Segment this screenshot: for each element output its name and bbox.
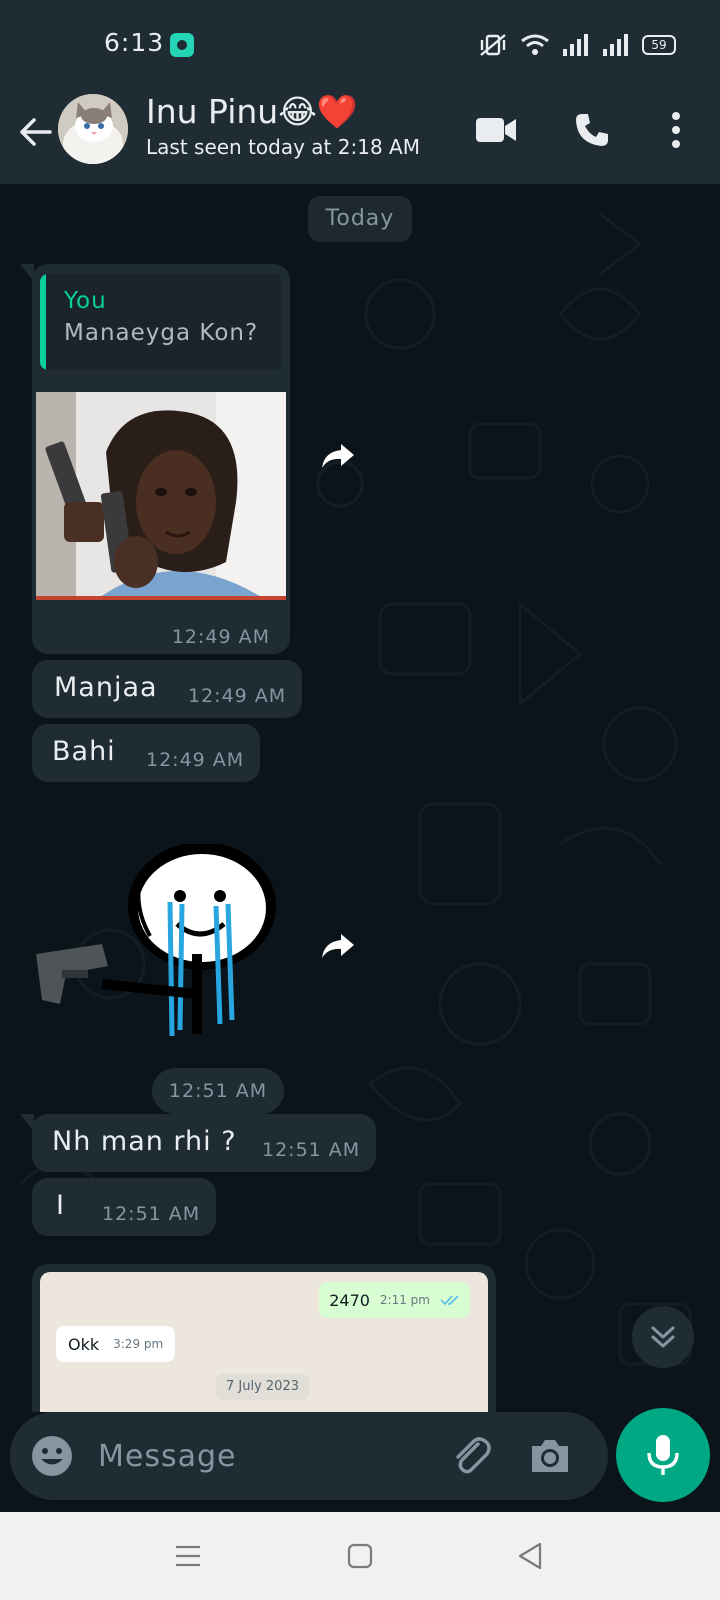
voice-call-button[interactable] bbox=[568, 106, 616, 154]
back-icon bbox=[518, 1542, 542, 1570]
bubble-tail bbox=[20, 264, 34, 282]
system-navigation-bar bbox=[0, 1512, 720, 1600]
message-text: Nh man rhi ? bbox=[52, 1126, 237, 1157]
bubble-tail bbox=[20, 1114, 34, 1132]
cat-avatar-image bbox=[58, 94, 128, 164]
screenshot-outgoing-text: 2470 bbox=[329, 1290, 370, 1310]
more-options-button[interactable] bbox=[652, 106, 700, 154]
quote-author: You bbox=[64, 288, 107, 314]
message-time: 12:49 AM bbox=[188, 685, 287, 707]
message-time: 12:51 AM bbox=[102, 1203, 201, 1225]
signal-icon bbox=[563, 34, 588, 56]
forward-button[interactable] bbox=[316, 434, 360, 478]
forward-icon bbox=[322, 444, 354, 468]
quote-text: Manaeyga Kon? bbox=[64, 320, 259, 346]
quoted-message[interactable]: You Manaeyga Kon? bbox=[40, 274, 282, 370]
recent-apps-icon bbox=[176, 1545, 200, 1567]
screenshot-incoming-text: Okk bbox=[68, 1334, 100, 1354]
contact-name[interactable]: Inu Pinu😂❤️ bbox=[146, 92, 358, 132]
emoji-button[interactable] bbox=[30, 1434, 74, 1478]
screenshot-outgoing-time: 2:11 pm bbox=[379, 1293, 430, 1307]
attach-icon bbox=[456, 1437, 491, 1474]
screenshot-image-message[interactable]: 2470 2:11 pm Okk 3:29 pm 7 July 2023 bbox=[32, 1264, 496, 1412]
message-input[interactable] bbox=[98, 1432, 418, 1480]
text-message[interactable]: Manjaa 12:49 AM bbox=[32, 660, 302, 718]
message-time: 12:49 AM bbox=[146, 749, 245, 771]
screenshot-incoming-time: 3:29 pm bbox=[113, 1337, 164, 1351]
nav-back-button[interactable] bbox=[506, 1532, 554, 1580]
scroll-to-bottom-button[interactable] bbox=[632, 1306, 694, 1368]
status-bar: 6:13 59 bbox=[0, 0, 720, 88]
forward-button[interactable] bbox=[316, 924, 360, 968]
home-button[interactable] bbox=[336, 1532, 384, 1580]
wifi-icon bbox=[521, 34, 549, 55]
app-notification-icon bbox=[170, 33, 194, 57]
image-reply-message[interactable]: You Manaeyga Kon? 12:49 AM bbox=[20, 264, 290, 654]
message-text: I bbox=[56, 1190, 65, 1221]
message-time: 12:49 AM bbox=[171, 626, 270, 648]
video-call-icon bbox=[476, 118, 516, 142]
sticker-time: 12:51 AM bbox=[152, 1068, 284, 1114]
chat-header: Inu Pinu😂❤️ Last seen today at 2:18 AM bbox=[0, 88, 720, 184]
text-message[interactable]: I 12:51 AM bbox=[32, 1178, 216, 1236]
more-options-icon bbox=[672, 112, 680, 148]
text-message[interactable]: Bahi 12:49 AM bbox=[32, 724, 260, 782]
video-call-button[interactable] bbox=[472, 106, 520, 154]
mic-icon bbox=[647, 1435, 679, 1475]
camera-button[interactable] bbox=[526, 1432, 574, 1480]
status-icons: 59 bbox=[478, 30, 676, 60]
message-time: 12:51 AM bbox=[262, 1139, 361, 1161]
text-message[interactable]: Nh man rhi ? 12:51 AM bbox=[20, 1114, 376, 1172]
battery-icon: 59 bbox=[642, 35, 676, 55]
forward-icon bbox=[322, 934, 354, 958]
message-text: Manjaa bbox=[54, 672, 158, 703]
voice-call-icon bbox=[576, 114, 608, 146]
sticker-message[interactable] bbox=[32, 842, 292, 1044]
last-seen-status: Last seen today at 2:18 AM bbox=[146, 135, 420, 159]
double-check-icon bbox=[440, 1295, 459, 1306]
back-arrow-icon bbox=[20, 118, 52, 146]
date-chip: Today bbox=[308, 196, 412, 242]
message-input-bar bbox=[10, 1412, 608, 1500]
message-text: Bahi bbox=[52, 736, 116, 767]
photo-attachment[interactable] bbox=[36, 392, 286, 600]
recent-apps-button[interactable] bbox=[164, 1532, 212, 1580]
emoji-icon bbox=[32, 1436, 72, 1476]
screenshot-outgoing-bubble: 2470 2:11 pm bbox=[319, 1282, 470, 1318]
crying-gun-sticker bbox=[36, 842, 276, 1037]
status-time: 6:13 bbox=[104, 28, 165, 57]
chat-area[interactable]: Today You Manaeyga Kon? 12:49 AM Manjaa … bbox=[0, 184, 720, 1412]
quote-accent-bar bbox=[40, 274, 46, 370]
avatar[interactable] bbox=[58, 94, 128, 164]
voice-message-button[interactable] bbox=[616, 1408, 710, 1502]
signal-icon bbox=[603, 34, 628, 56]
screenshot-incoming-bubble: Okk 3:29 pm bbox=[56, 1326, 176, 1362]
double-chevron-down-icon bbox=[651, 1326, 675, 1348]
camera-icon bbox=[532, 1440, 568, 1472]
chat-screenshot-image[interactable]: 2470 2:11 pm Okk 3:29 pm 7 July 2023 bbox=[40, 1272, 488, 1412]
meme-photo bbox=[36, 392, 286, 600]
screenshot-date-label: 7 July 2023 bbox=[216, 1374, 309, 1400]
attach-button[interactable] bbox=[448, 1432, 496, 1480]
vibrate-icon bbox=[480, 34, 506, 56]
home-icon bbox=[347, 1543, 373, 1569]
back-button[interactable] bbox=[14, 110, 58, 154]
